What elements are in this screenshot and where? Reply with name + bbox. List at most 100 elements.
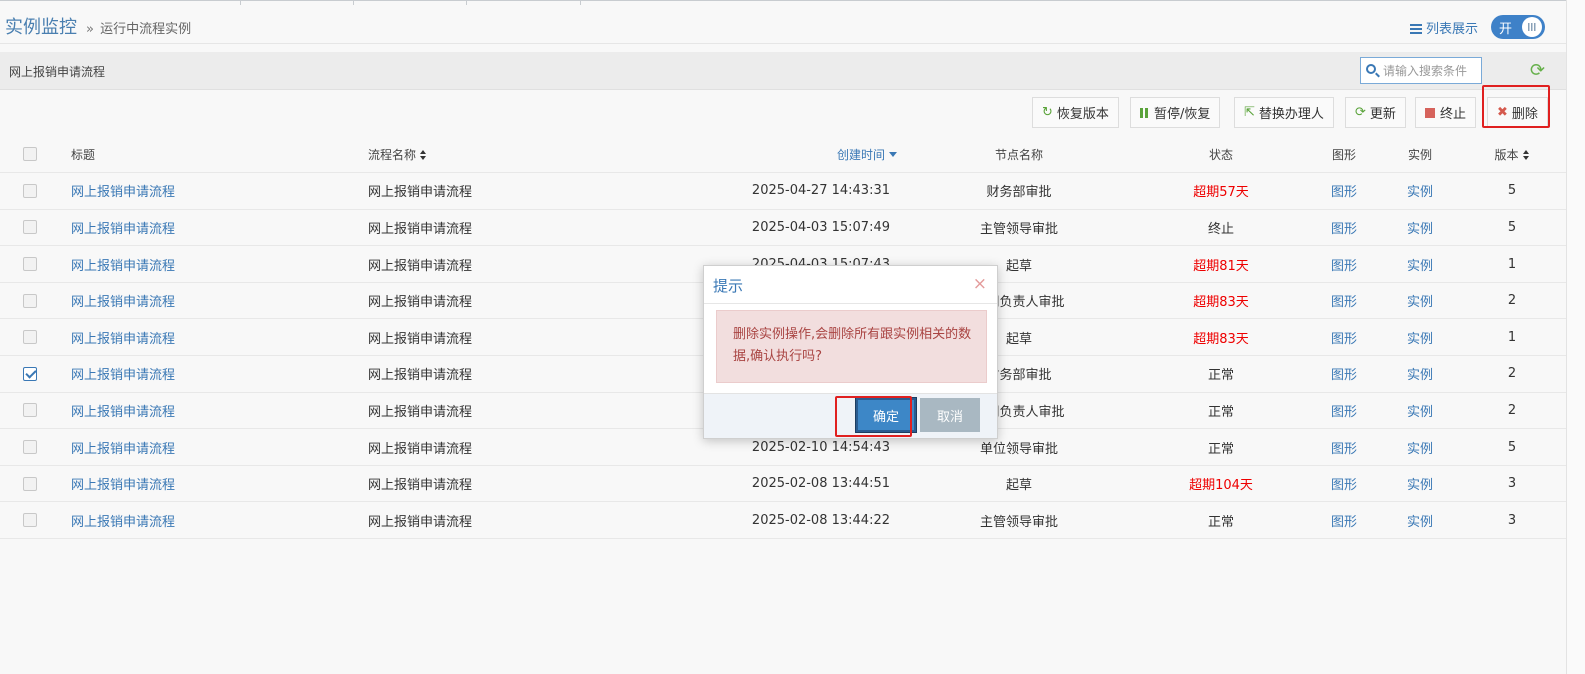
column-header-node[interactable]: 节点名称 (902, 136, 1136, 174)
graphic-link[interactable]: 图形 (1306, 428, 1382, 466)
select-all-checkbox[interactable] (23, 147, 37, 162)
restore-version-button[interactable]: ↻ 恢复版本 (1032, 97, 1119, 128)
column-header-status[interactable]: 状态 (1136, 136, 1306, 174)
instance-link[interactable]: 实例 (1382, 172, 1458, 210)
delete-highlight (1482, 85, 1550, 128)
vertical-scrollbar[interactable] (1566, 0, 1585, 674)
instance-link[interactable]: 实例 (1382, 245, 1458, 283)
status-cell: 正常 (1136, 355, 1306, 393)
process-name-cell: 网上报销申请流程 (357, 172, 702, 210)
title-link[interactable]: 网上报销申请流程 (60, 282, 357, 320)
page-header: 实例监控 » 运行中流程实例 列表展示 开 (0, 6, 1566, 44)
row-checkbox-cell (0, 501, 60, 540)
title-link[interactable]: 网上报销申请流程 (60, 465, 357, 503)
terminate-button[interactable]: 终止 (1415, 97, 1477, 128)
grid-title: 网上报销申请流程 (9, 65, 106, 79)
status-cell: 正常 (1136, 501, 1306, 540)
version-cell: 2 (1458, 392, 1566, 430)
graphic-link[interactable]: 图形 (1306, 172, 1382, 210)
status-cell: 超期104天 (1136, 465, 1306, 503)
list-view-label: 列表展示 (1426, 22, 1479, 37)
update-button[interactable]: ⟳ 更新 (1345, 97, 1406, 128)
process-name-cell: 网上报销申请流程 (357, 318, 702, 357)
sort-icon (420, 149, 427, 161)
row-checkbox[interactable] (23, 366, 37, 381)
cancel-button[interactable]: 取消 (920, 398, 980, 432)
search-input[interactable] (1383, 61, 1479, 81)
search-box[interactable] (1360, 57, 1482, 84)
title-link[interactable]: 网上报销申请流程 (60, 501, 357, 540)
row-checkbox[interactable] (23, 330, 37, 345)
table-header-row: 标题 流程名称 创建时间 节点名称 状态 图形 实例 版本 (0, 136, 1566, 174)
confirm-highlight (835, 396, 912, 437)
row-checkbox[interactable] (23, 440, 37, 455)
instance-link[interactable]: 实例 (1382, 501, 1458, 540)
column-header-version[interactable]: 版本 (1458, 136, 1566, 174)
graphic-link[interactable]: 图形 (1306, 355, 1382, 393)
title-link[interactable]: 网上报销申请流程 (60, 392, 357, 430)
title-link[interactable]: 网上报销申请流程 (60, 355, 357, 393)
breadcrumb: » 运行中流程实例 (86, 18, 191, 37)
graphic-link[interactable]: 图形 (1306, 501, 1382, 540)
column-header-process[interactable]: 流程名称 (357, 136, 702, 174)
instance-link[interactable]: 实例 (1382, 209, 1458, 247)
row-checkbox[interactable] (23, 183, 37, 198)
title-link[interactable]: 网上报销申请流程 (60, 172, 357, 210)
dialog-header: 提示 × (704, 266, 997, 304)
view-toggle[interactable]: 开 (1491, 15, 1545, 39)
instance-link[interactable]: 实例 (1382, 282, 1458, 320)
row-checkbox[interactable] (23, 293, 37, 308)
search-icon (1366, 64, 1376, 74)
row-checkbox[interactable] (23, 257, 37, 272)
row-checkbox[interactable] (23, 220, 37, 235)
instance-link[interactable]: 实例 (1382, 392, 1458, 430)
version-cell: 2 (1458, 355, 1566, 393)
graphic-link[interactable]: 图形 (1306, 245, 1382, 283)
breadcrumb-current: 运行中流程实例 (100, 22, 192, 37)
external-link-icon: ⇱ (1244, 105, 1255, 120)
title-link[interactable]: 网上报销申请流程 (60, 245, 357, 283)
sort-desc-icon (889, 151, 897, 157)
table-row[interactable]: 网上报销申请流程 网上报销申请流程 2025-02-08 13:44:51 起草 超期1… (0, 465, 1566, 503)
process-name-cell: 网上报销申请流程 (357, 245, 702, 283)
created-time-cell: 2025-02-08 13:44:22 (702, 501, 902, 540)
refresh-icon: ⟳ (1355, 105, 1366, 120)
row-checkbox[interactable] (23, 476, 37, 491)
close-icon[interactable]: × (973, 275, 987, 293)
status-cell: 超期57天 (1136, 172, 1306, 210)
column-header-graphic: 图形 (1306, 136, 1382, 174)
column-header-created[interactable]: 创建时间 (702, 136, 902, 174)
title-link[interactable]: 网上报销申请流程 (60, 318, 357, 357)
table-row[interactable]: 网上报销申请流程 网上报销申请流程 2025-02-08 13:44:22 主管领导审… (0, 501, 1566, 540)
instance-link[interactable]: 实例 (1382, 318, 1458, 357)
row-checkbox[interactable] (23, 513, 37, 528)
process-name-cell: 网上报销申请流程 (357, 209, 702, 247)
row-checkbox-cell (0, 209, 60, 247)
version-cell: 2 (1458, 282, 1566, 320)
graphic-link[interactable]: 图形 (1306, 209, 1382, 247)
title-link[interactable]: 网上报销申请流程 (60, 209, 357, 247)
process-name-cell: 网上报销申请流程 (357, 501, 702, 540)
row-checkbox[interactable] (23, 403, 37, 418)
title-link[interactable]: 网上报销申请流程 (60, 428, 357, 466)
column-header-title[interactable]: 标题 (60, 136, 357, 174)
graphic-link[interactable]: 图形 (1306, 318, 1382, 357)
graphic-link[interactable]: 图形 (1306, 465, 1382, 503)
table-row[interactable]: 网上报销申请流程 网上报销申请流程 2025-04-27 14:43:31 财务部审批… (0, 172, 1566, 210)
toggle-knob (1522, 17, 1542, 37)
graphic-link[interactable]: 图形 (1306, 392, 1382, 430)
process-name-cell: 网上报销申请流程 (357, 282, 702, 320)
created-time-cell: 2025-04-27 14:43:31 (702, 172, 902, 210)
list-view-link[interactable]: 列表展示 (1410, 18, 1478, 37)
instance-link[interactable]: 实例 (1382, 428, 1458, 466)
row-checkbox-cell (0, 355, 60, 393)
refresh-icon[interactable]: ⟳ (1530, 62, 1545, 80)
instance-link[interactable]: 实例 (1382, 465, 1458, 503)
graphic-link[interactable]: 图形 (1306, 282, 1382, 320)
pause-resume-button[interactable]: 暂停/恢复 (1130, 97, 1221, 128)
stop-icon (1425, 107, 1435, 118)
status-cell: 正常 (1136, 392, 1306, 430)
instance-link[interactable]: 实例 (1382, 355, 1458, 393)
replace-handler-button[interactable]: ⇱ 替换办理人 (1234, 97, 1334, 128)
table-row[interactable]: 网上报销申请流程 网上报销申请流程 2025-04-03 15:07:49 主管领导审… (0, 209, 1566, 247)
